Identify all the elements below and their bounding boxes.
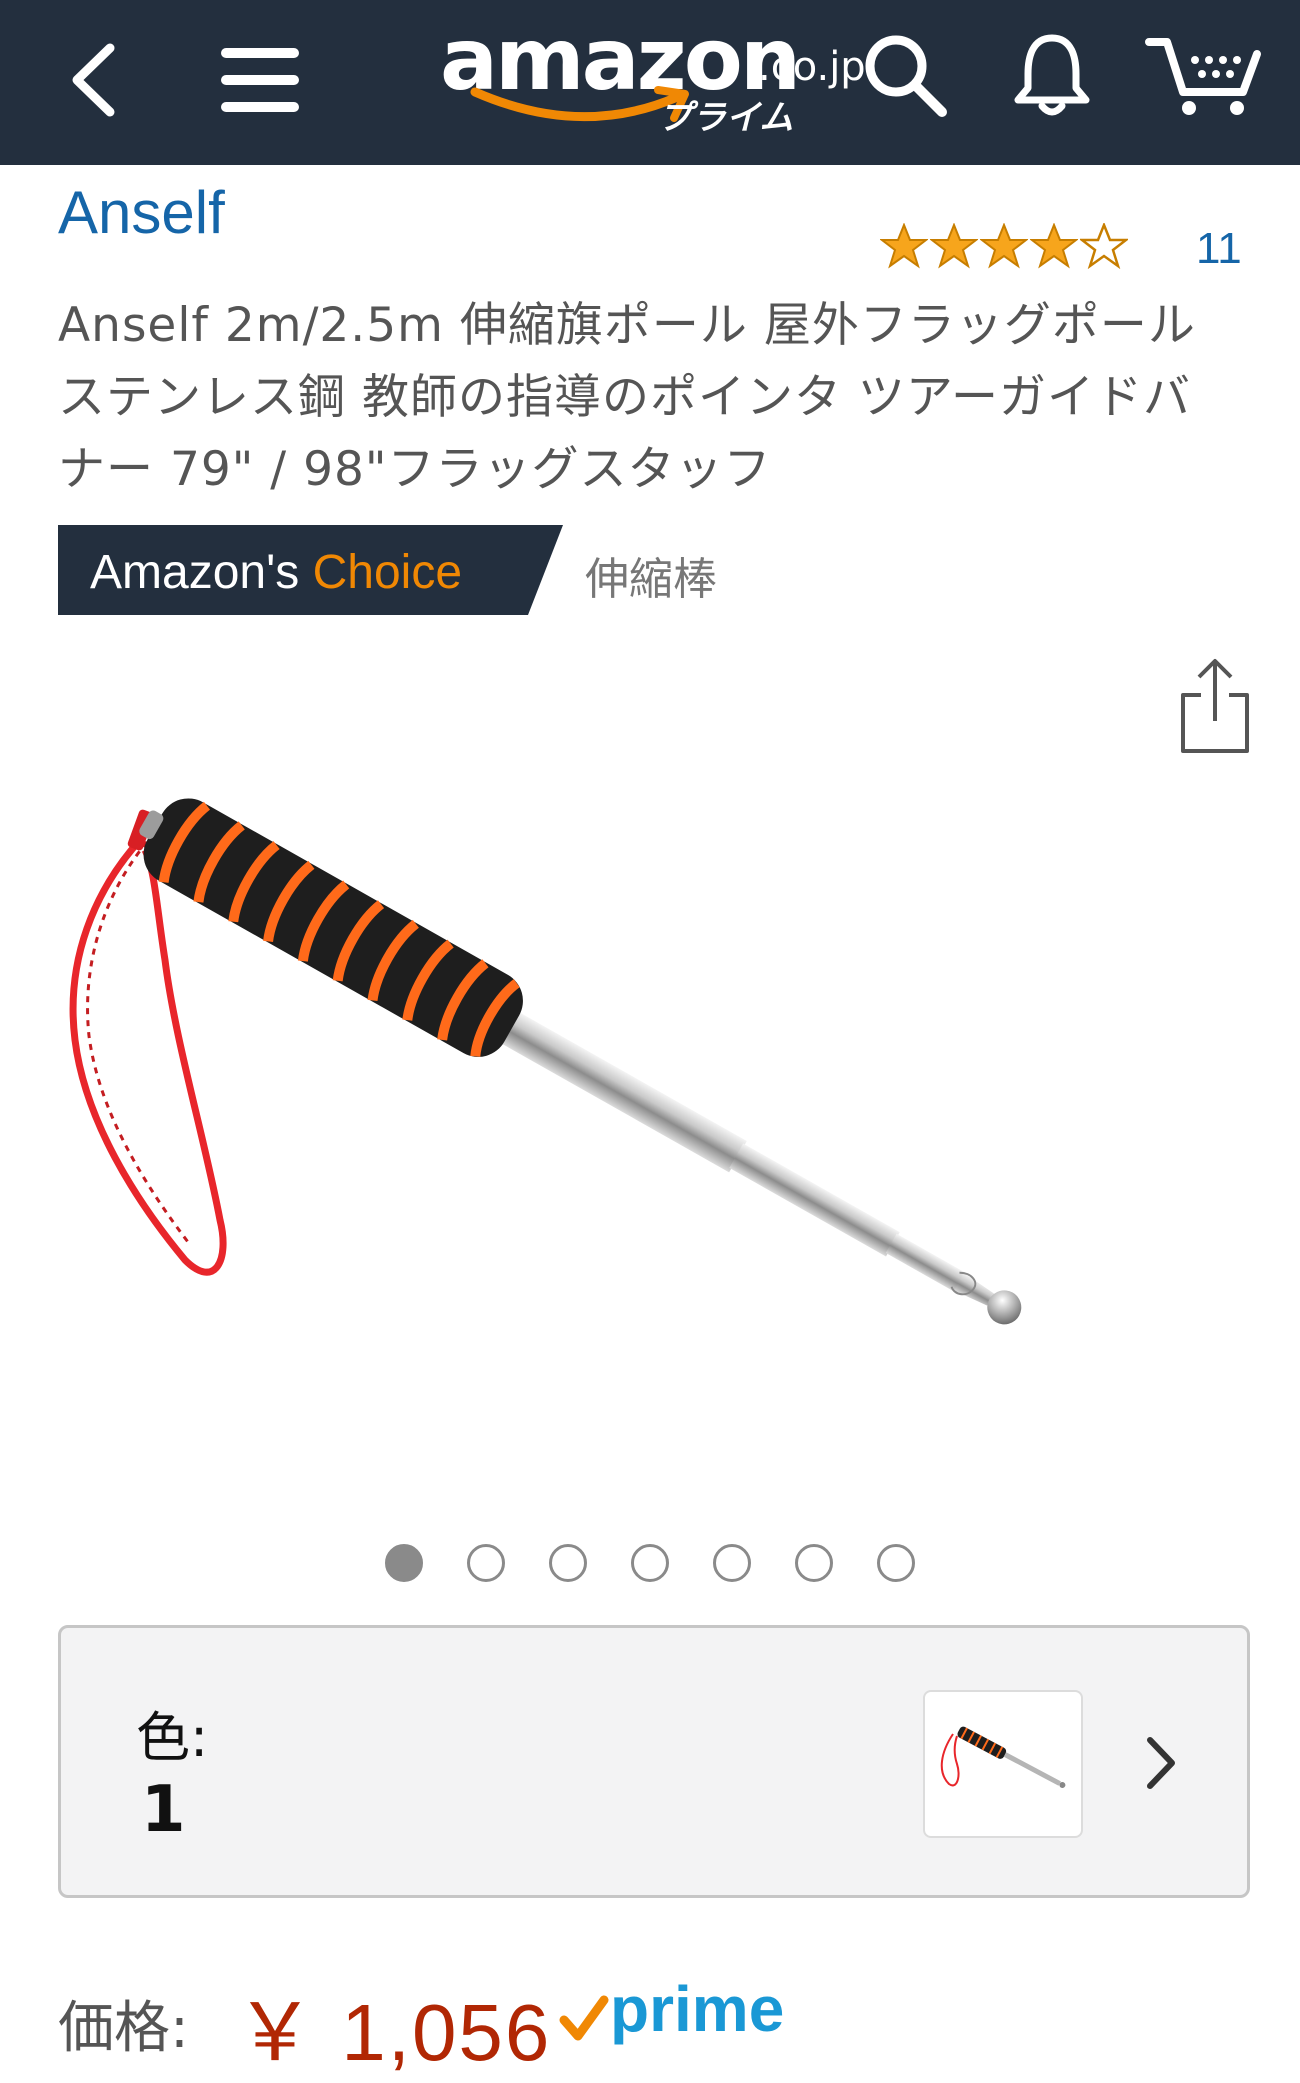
product-image[interactable] [55, 740, 1275, 1420]
prime-badge: prime [558, 1972, 788, 2052]
color-variation-selector[interactable]: 色: 1 [58, 1625, 1250, 1898]
star-full-icon [980, 223, 1028, 269]
pagination-dot-active[interactable] [385, 1544, 423, 1582]
badge-highlight: Choice [312, 546, 463, 599]
price-label: 価格: [58, 1996, 189, 2061]
variation-thumbnail[interactable] [923, 1690, 1083, 1838]
variation-value: 1 [141, 1773, 186, 1847]
logo-sub: プライム [658, 98, 794, 138]
pagination-dot[interactable] [631, 1544, 669, 1582]
back-icon[interactable] [55, 30, 135, 130]
telescopic-flag-pole-image [69, 798, 1022, 1325]
menu-icon[interactable] [215, 30, 305, 130]
logo-suffix: .co.jp [758, 44, 866, 90]
pagination-dot[interactable] [795, 1544, 833, 1582]
top-nav-bar: amazon .co.jp プライム [0, 0, 1300, 165]
star-full-icon [880, 223, 928, 269]
star-rating[interactable] [880, 223, 1128, 269]
bell-icon[interactable] [1005, 25, 1100, 125]
review-count[interactable]: 11 [1196, 224, 1242, 274]
variation-label: 色: [136, 1706, 209, 1769]
pagination-dot[interactable] [877, 1544, 915, 1582]
prime-check-icon [559, 1995, 609, 2041]
star-empty-icon [1080, 223, 1128, 269]
pole-thumbnail-image [940, 1726, 1066, 1789]
badge-prefix: Amazon's [90, 546, 300, 599]
cart-icon[interactable] [1140, 25, 1270, 125]
star-full-icon [1030, 223, 1078, 269]
product-title: Anself 2m/2.5m 伸縮旗ポール 屋外フラッグポール ステンレス鋼 教… [58, 298, 1196, 497]
star-full-icon [930, 223, 978, 269]
choice-category[interactable]: 伸縮棒 [585, 543, 717, 607]
pagination-dot[interactable] [549, 1544, 587, 1582]
image-pagination [385, 1544, 915, 1582]
pagination-dot[interactable] [467, 1544, 505, 1582]
search-icon[interactable] [855, 25, 955, 125]
prime-label: prime [610, 1973, 785, 2045]
price-value: ￥ 1,056 [235, 1988, 552, 2077]
amazon-logo[interactable]: amazon .co.jp プライム [440, 10, 880, 150]
brand-link[interactable]: Anself [58, 178, 225, 247]
chevron-right-icon[interactable] [1136, 1728, 1186, 1798]
amazons-choice-badge: Amazon's Choice [58, 525, 563, 615]
pagination-dot[interactable] [713, 1544, 751, 1582]
